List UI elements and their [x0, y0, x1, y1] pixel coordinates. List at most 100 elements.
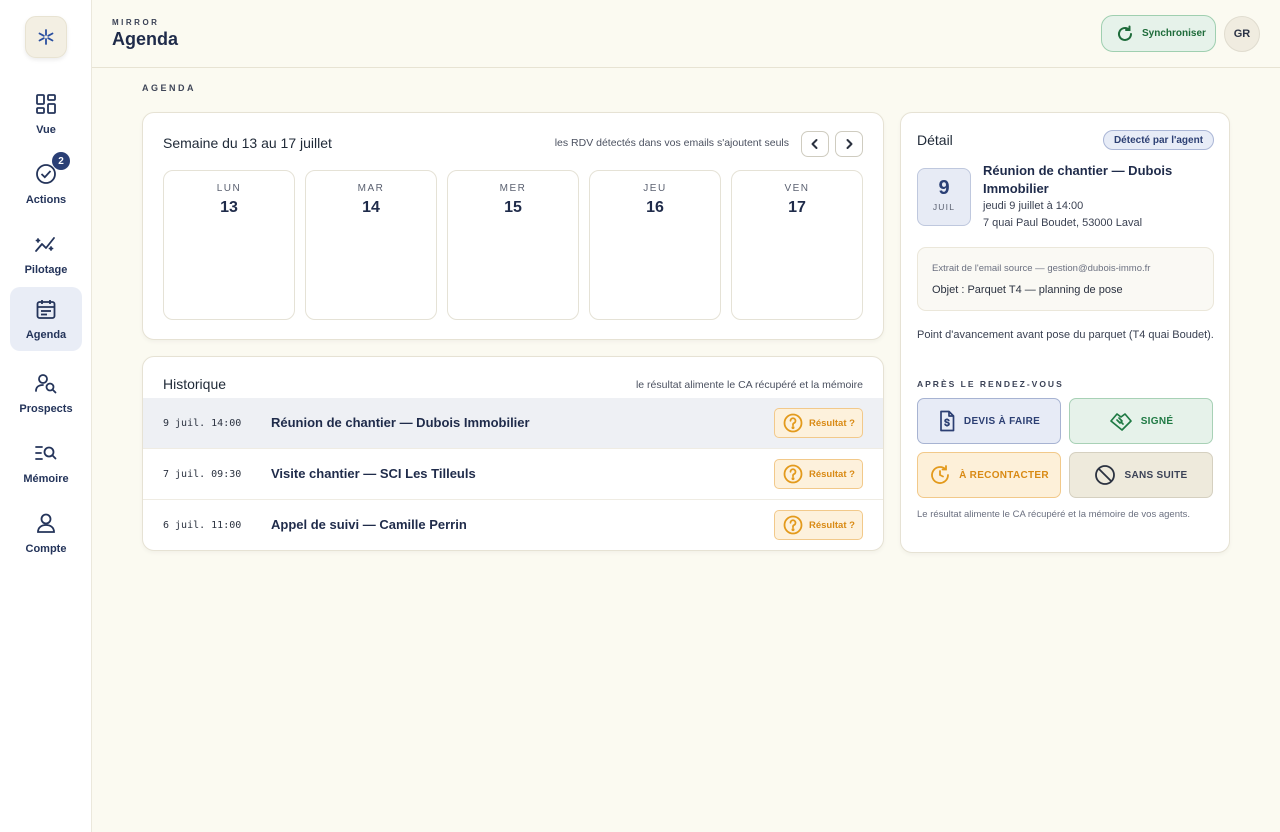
history-hint: le résultat alimente le CA récupéré et l… [635, 379, 863, 391]
day-date: 13 [220, 199, 238, 216]
after-meeting-label: APRÈS LE RENDEZ-VOUS [917, 379, 1064, 389]
sidebar-item-agenda[interactable]: Agenda [10, 287, 82, 351]
sidebar: Vue 2 Actions Pilotage Agenda Prospects … [0, 0, 92, 832]
sidebar-item-label: Actions [25, 194, 67, 206]
agent-detected-badge: Détecté par l'agent [1103, 130, 1214, 150]
sidebar-item-memoire[interactable]: Mémoire [10, 431, 82, 495]
day-column-jeu[interactable]: JEU 16 [589, 170, 721, 320]
day-name: MER [499, 183, 527, 194]
row-time: 7 juil. 09:30 [163, 469, 242, 480]
row-title: Visite chantier — SCI Les Tilleuls [271, 466, 476, 481]
avatar[interactable]: GR [1224, 16, 1260, 52]
row-title: Réunion de chantier — Dubois Immobilier [271, 415, 530, 430]
history-row[interactable]: 7 juil. 09:30 Visite chantier — SCI Les … [143, 449, 883, 500]
result-label: Résultat ? [809, 519, 855, 531]
history-row[interactable]: 9 juil. 14:00 Réunion de chantier — Dubo… [143, 398, 883, 449]
sidebar-item-actions[interactable]: 2 Actions [10, 152, 82, 216]
day-column-lun[interactable]: LUN 13 [163, 170, 295, 320]
refresh-icon [1118, 25, 1132, 41]
top-header: MIRROR Agenda Synchroniser GR [92, 0, 1280, 68]
result-label: Résultat ? [809, 468, 855, 480]
quote-to-do-label: DEVIS À FAIRE [963, 415, 1041, 427]
no-follow-up-label: SANS SUITE [1124, 469, 1188, 481]
next-week-button[interactable] [835, 131, 863, 157]
question-circle-icon [783, 464, 803, 484]
calendar-icon [34, 297, 58, 321]
brand-kicker: MIRROR [112, 18, 160, 27]
signed-button[interactable]: SIGNÉ [1069, 398, 1213, 444]
chevron-right-icon [846, 139, 853, 149]
detail-card: Détail Détecté par l'agent 9 JUIL Réunio… [900, 112, 1230, 553]
history-row[interactable]: 6 juil. 11:00 Appel de suivi — Camille P… [143, 500, 883, 550]
day-date: 15 [504, 199, 522, 216]
trend-chart-icon [34, 232, 58, 256]
dashboard-icon [34, 92, 58, 116]
sidebar-item-compte[interactable]: Compte [10, 501, 82, 565]
event-title: Réunion de chantier — Dubois Immobilier [983, 163, 1173, 196]
asterisk-logo-icon [38, 29, 54, 45]
sidebar-item-label: Mémoire [23, 473, 69, 485]
sidebar-item-label: Prospects [19, 403, 73, 415]
recontact-button[interactable]: À RECONTACTER [917, 452, 1061, 498]
sync-button[interactable]: Synchroniser [1101, 15, 1216, 52]
user-search-icon [34, 371, 58, 395]
event-date-tile: 9 JUIL [917, 168, 971, 226]
detail-title: Détail [917, 132, 953, 148]
day-name: MAR [357, 183, 385, 194]
excerpt-source: Extrait de l'email source — gestion@dubo… [932, 263, 1151, 274]
sync-label: Synchroniser [1142, 28, 1206, 39]
question-circle-icon [783, 413, 803, 433]
quote-to-do-button[interactable]: DEVIS À FAIRE [917, 398, 1061, 444]
event-day: 9 [938, 177, 950, 199]
chevron-left-icon [811, 139, 818, 149]
sidebar-item-label: Compte [25, 543, 67, 555]
week-title: Semaine du 13 au 17 juillet [163, 135, 332, 151]
result-button[interactable]: Résultat ? [774, 459, 863, 489]
page-title: Agenda [112, 29, 179, 49]
event-address: 7 quai Paul Boudet, 53000 Laval [983, 217, 1143, 229]
day-name: LUN [216, 183, 242, 194]
sidebar-item-pilotage[interactable]: Pilotage [10, 222, 82, 286]
sidebar-item-label: Agenda [25, 329, 67, 341]
week-hint: les RDV détectés dans vos emails s'ajout… [554, 137, 789, 149]
invoice-icon [940, 410, 955, 432]
list-search-icon [34, 441, 58, 465]
event-datetime: jeudi 9 juillet à 14:00 [983, 200, 1084, 212]
recontact-label: À RECONTACTER [959, 469, 1049, 481]
day-date: 14 [362, 199, 380, 216]
day-column-mar[interactable]: MAR 14 [305, 170, 437, 320]
history-title: Historique [163, 376, 227, 392]
sidebar-item-vue[interactable]: Vue [10, 82, 82, 146]
app-logo[interactable] [25, 16, 67, 58]
row-time: 6 juil. 11:00 [163, 520, 242, 531]
previous-week-button[interactable] [801, 131, 829, 157]
day-date: 16 [646, 199, 664, 216]
email-excerpt: Extrait de l'email source — gestion@dubo… [917, 247, 1214, 311]
event-description: Point d'avancement avant pose du parquet… [917, 329, 1214, 341]
excerpt-subject: Objet : Parquet T4 — planning de pose [932, 284, 1123, 296]
check-circle-icon: 2 [34, 152, 70, 186]
callback-clock-icon [931, 465, 949, 484]
event-month: JUIL [932, 202, 956, 212]
day-date: 17 [788, 199, 806, 216]
week-calendar-card: Semaine du 13 au 17 juillet les RDV déte… [142, 112, 884, 340]
day-name: JEU [643, 183, 667, 194]
row-title: Appel de suivi — Camille Perrin [271, 517, 467, 532]
question-circle-icon [783, 515, 803, 535]
signed-label: SIGNÉ [1140, 415, 1174, 427]
ban-icon [1095, 465, 1116, 485]
handshake-icon [1109, 413, 1132, 431]
day-column-ven[interactable]: VEN 17 [731, 170, 863, 320]
detail-footnote: Le résultat alimente le CA récupéré et l… [917, 509, 1191, 520]
day-name: VEN [784, 183, 810, 194]
row-time: 9 juil. 14:00 [163, 418, 242, 429]
no-follow-up-button[interactable]: SANS SUITE [1069, 452, 1213, 498]
result-button[interactable]: Résultat ? [774, 408, 863, 438]
result-button[interactable]: Résultat ? [774, 510, 863, 540]
day-column-mer[interactable]: MER 15 [447, 170, 579, 320]
history-card: Historique le résultat alimente le CA ré… [142, 356, 884, 551]
result-label: Résultat ? [809, 417, 855, 429]
user-icon [34, 511, 58, 535]
sidebar-item-label: Vue [36, 124, 56, 136]
sidebar-item-prospects[interactable]: Prospects [10, 361, 82, 425]
